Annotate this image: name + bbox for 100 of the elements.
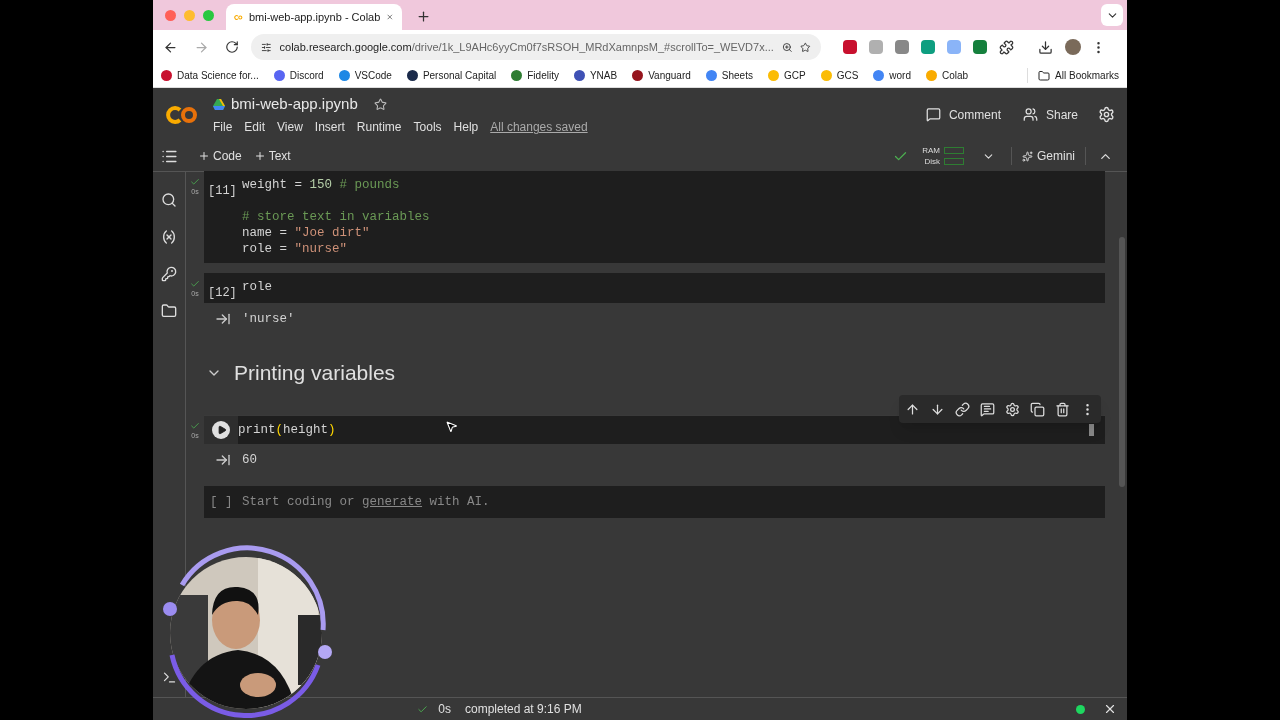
profile-avatar[interactable] xyxy=(1065,39,1081,55)
gemini-button[interactable]: Gemini xyxy=(1011,147,1086,165)
zoom-icon[interactable] xyxy=(781,40,793,54)
people-icon xyxy=(1022,107,1038,122)
key-icon[interactable] xyxy=(161,266,177,282)
code-cell[interactable]: print(height) xyxy=(204,415,1105,444)
bookmark[interactable]: Colab xyxy=(926,68,969,83)
code-line: name = "Joe dirt" xyxy=(242,226,370,240)
sparkle-icon xyxy=(1022,150,1033,162)
colab-favicon xyxy=(234,12,243,22)
variables-icon[interactable] xyxy=(161,229,177,245)
save-status-link[interactable]: All changes saved xyxy=(490,118,588,137)
status-time: 0s xyxy=(438,701,451,718)
execution-count: [ ] xyxy=(209,493,234,511)
share-button[interactable]: Share xyxy=(1022,105,1078,124)
bookmark[interactable]: Discord xyxy=(273,68,324,83)
generate-link[interactable]: generate xyxy=(362,494,423,509)
plus-icon xyxy=(253,150,266,162)
menu-item[interactable]: View xyxy=(277,118,303,137)
drive-icon xyxy=(213,98,225,110)
address-bar[interactable]: colab.research.google.com/drive/1k_L9AHc6yyCm0f7sRSOH_MRdXamnpsM_#scrollTo=_WEVD7x... xyxy=(251,34,821,60)
delete-icon[interactable] xyxy=(1055,401,1070,417)
all-bookmarks-button[interactable]: All Bookmarks xyxy=(1027,68,1119,83)
plus-icon xyxy=(198,150,210,162)
add-text-button[interactable]: Text xyxy=(253,147,291,165)
code-line: print(height) xyxy=(238,423,336,437)
cell-output: 60 xyxy=(242,451,257,469)
bookmark[interactable]: word xyxy=(873,68,911,83)
output-icon[interactable] xyxy=(215,311,231,327)
bookmark[interactable]: Sheets xyxy=(705,68,753,83)
reload-icon[interactable] xyxy=(225,40,239,54)
close-tab-icon[interactable] xyxy=(386,11,394,23)
tab-search-button[interactable] xyxy=(1101,4,1123,26)
bookmark-star-icon[interactable] xyxy=(800,40,811,54)
comment-button[interactable]: Comment xyxy=(925,105,1001,124)
menu-item[interactable]: File xyxy=(213,118,233,137)
check-icon xyxy=(190,421,200,431)
star-icon[interactable] xyxy=(373,97,387,111)
execution-count: [12] xyxy=(208,286,237,300)
mirror-cell-icon[interactable] xyxy=(1030,401,1045,417)
code-line: role xyxy=(242,280,272,294)
bookmark[interactable]: Data Science for... xyxy=(161,68,259,83)
site-info-icon[interactable] xyxy=(261,40,272,54)
scrollbar-thumb[interactable] xyxy=(1089,424,1094,436)
bookmark[interactable]: VSCode xyxy=(338,68,392,83)
notebook-title[interactable]: bmi-web-app.ipynb xyxy=(231,92,358,116)
check-icon xyxy=(190,279,200,289)
extensions-icon[interactable] xyxy=(999,39,1014,55)
extension-icon[interactable] xyxy=(843,40,857,54)
cell-output: 'nurse' xyxy=(242,310,295,328)
empty-code-cell[interactable]: [ ] Start coding or generate with AI. xyxy=(204,486,1105,518)
run-button[interactable] xyxy=(212,421,230,439)
output-icon[interactable] xyxy=(215,452,231,468)
menu-item[interactable]: Help xyxy=(453,118,479,137)
terminal-icon[interactable] xyxy=(161,670,177,685)
back-icon[interactable] xyxy=(163,39,178,55)
folder-icon xyxy=(1038,69,1051,82)
link-icon[interactable] xyxy=(955,401,970,417)
extension-icon[interactable] xyxy=(973,40,987,54)
move-up-icon[interactable] xyxy=(905,401,920,417)
code-cell[interactable]: [11] weight = 150 # pounds # store text in variables name = "Joe dirt" role = "nurse" xyxy=(204,171,1105,263)
bookmark[interactable]: Vanguard xyxy=(632,68,691,83)
add-code-button[interactable]: Code xyxy=(198,147,242,165)
status-message: completed at 9:16 PM xyxy=(465,701,582,718)
browser-tab[interactable]: bmi-web-app.ipynb - Colab xyxy=(226,4,402,30)
execution-count: [11] xyxy=(208,184,237,198)
menu-item[interactable]: Insert xyxy=(314,118,345,137)
section-heading: Printing variables xyxy=(234,360,396,387)
code-line: # store text in variables xyxy=(242,210,430,224)
bookmark[interactable]: YNAB xyxy=(573,68,618,83)
play-icon xyxy=(216,425,227,435)
menu-item[interactable]: Edit xyxy=(244,118,266,137)
search-icon[interactable] xyxy=(161,192,177,208)
code-line: weight = 150 # pounds xyxy=(242,178,400,192)
tab-title: bmi-web-app.ipynb - Colab xyxy=(248,9,381,25)
move-down-icon[interactable] xyxy=(930,401,945,417)
bookmark[interactable]: GCP xyxy=(767,68,806,83)
mouse-pointer-icon xyxy=(445,420,458,433)
folder-icon[interactable] xyxy=(161,303,177,319)
code-line: role = "nurse" xyxy=(242,242,348,256)
colab-logo xyxy=(165,104,199,125)
close-icon[interactable] xyxy=(1103,702,1117,716)
comment-icon xyxy=(925,107,941,122)
menu-item[interactable]: Tools xyxy=(413,118,442,137)
status-check-icon xyxy=(417,703,429,715)
bookmark[interactable]: Fidelity xyxy=(511,68,559,83)
menu-item[interactable]: Runtime xyxy=(356,118,402,137)
settings-icon[interactable] xyxy=(1098,106,1115,123)
resource-monitor[interactable]: RAM Disk xyxy=(922,145,964,167)
url-text: colab.research.google.com/drive/1k_L9AHc6yyCm0f7sRSOH_MRdXamnpsM_#scrollTo=_WEVD7x... xyxy=(279,39,774,55)
settings-icon[interactable] xyxy=(1005,401,1020,417)
download-icon[interactable] xyxy=(1038,39,1053,55)
cell-placeholder: Start coding or generate with AI. xyxy=(242,493,490,511)
extension-icon[interactable] xyxy=(895,40,909,54)
comment-icon[interactable] xyxy=(980,401,995,417)
code-cell[interactable]: [12] role xyxy=(204,273,1105,303)
bookmark[interactable]: GCS xyxy=(820,68,859,83)
new-tab-icon[interactable] xyxy=(416,9,431,24)
page-scrollbar[interactable] xyxy=(1119,237,1125,487)
bookmark[interactable]: Personal Capital xyxy=(406,68,497,83)
